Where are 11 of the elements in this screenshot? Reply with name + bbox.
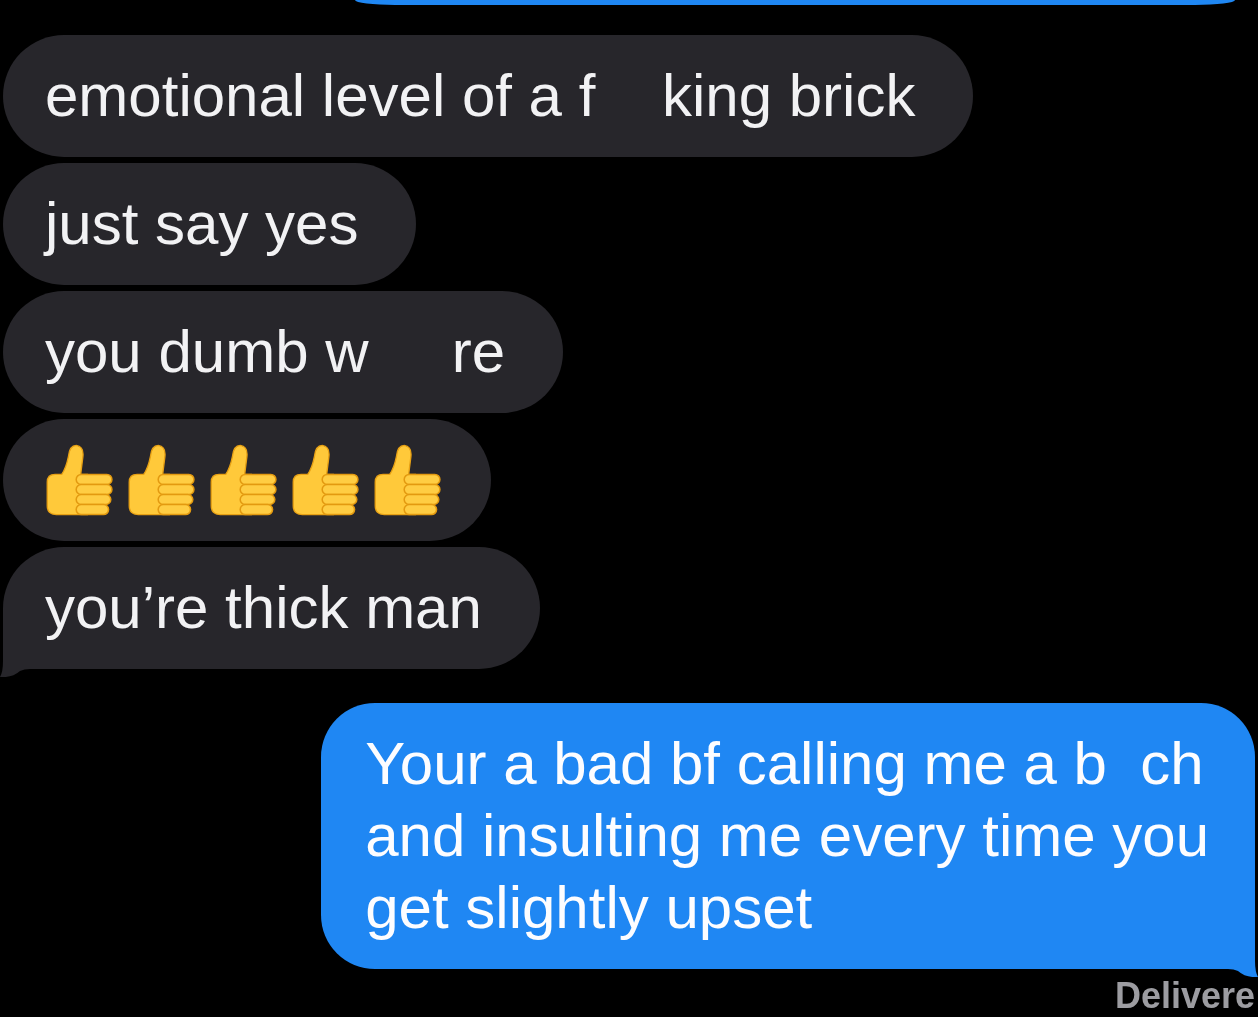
thumbs-up-icon [45,444,113,516]
message-text: you’re thick man [45,573,482,643]
message-text: just say yes [45,189,359,259]
thumbs-up-icon [127,444,195,516]
message-text: emotional level of a f king brick [45,61,916,131]
message-text: you dumb w re [45,317,506,387]
thumbs-up-icon [209,444,277,516]
thumbs-up-icon [373,444,441,516]
message-text: Your a bad bf calling me a b ch and insulting me every time you get slightly upset [365,729,1209,943]
delivery-status: Delivere [1114,978,1255,1014]
thumbs-up-icon [291,444,359,516]
